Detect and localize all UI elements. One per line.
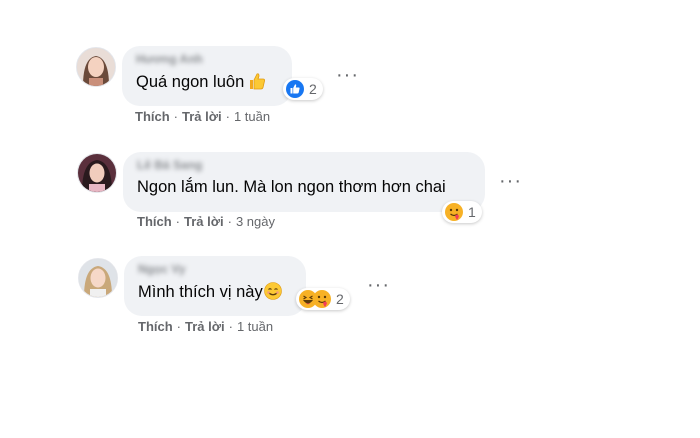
comment-actions: Thích · Trả lời · 1 tuần xyxy=(135,109,270,124)
like-link[interactable]: Thích xyxy=(138,319,173,334)
reply-link[interactable]: Trả lời xyxy=(184,214,224,229)
commenter-name[interactable]: Lê Bá Sang xyxy=(137,158,202,172)
timestamp[interactable]: 1 tuần xyxy=(237,319,273,334)
more-options-icon[interactable]: ··· xyxy=(367,275,390,295)
like-link[interactable]: Thích xyxy=(135,109,170,124)
separator: · xyxy=(173,109,179,124)
comment-actions: Thích · Trả lời · 1 tuần xyxy=(138,319,273,334)
comment-text-content: Mình thích vị này xyxy=(138,283,263,301)
comment-text: Ngon lắm lun. Mà lon ngon thơm hơn chai xyxy=(137,178,446,196)
reaction-summary[interactable]: 1 xyxy=(442,201,482,223)
comment-bubble: Lê Bá Sang Ngon lắm lun. Mà lon ngon thơ… xyxy=(123,152,485,212)
love-react-icon xyxy=(313,290,331,308)
timestamp[interactable]: 3 ngày xyxy=(236,214,275,229)
separator: · xyxy=(175,214,181,229)
reply-link[interactable]: Trả lời xyxy=(182,109,222,124)
reply-link[interactable]: Trả lời xyxy=(185,319,225,334)
like-link[interactable]: Thích xyxy=(137,214,172,229)
avatar[interactable] xyxy=(78,258,118,298)
comment-bubble: Ngọc Vy Mình thích vị này xyxy=(124,256,306,316)
separator: · xyxy=(227,214,232,229)
avatar[interactable] xyxy=(77,153,117,193)
reaction-summary[interactable]: 2 xyxy=(296,288,350,310)
commenter-name[interactable]: Ngọc Vy xyxy=(138,262,186,276)
reaction-count: 2 xyxy=(336,291,344,307)
more-options-icon[interactable]: ··· xyxy=(499,171,522,191)
separator: · xyxy=(176,319,182,334)
separator: · xyxy=(228,319,233,334)
timestamp[interactable]: 1 tuần xyxy=(234,109,270,124)
comment-actions: Thích · Trả lời · 3 ngày xyxy=(137,214,275,229)
reaction-count: 1 xyxy=(468,204,476,220)
comment-3: Ngọc Vy Mình thích vị này 2 ··· Thích · Tr… xyxy=(0,0,700,334)
comment-text: Mình thích vị này xyxy=(138,282,282,305)
love-react-icon xyxy=(445,203,463,221)
separator: · xyxy=(225,109,230,124)
smiling-face-emoji-icon xyxy=(263,282,282,305)
